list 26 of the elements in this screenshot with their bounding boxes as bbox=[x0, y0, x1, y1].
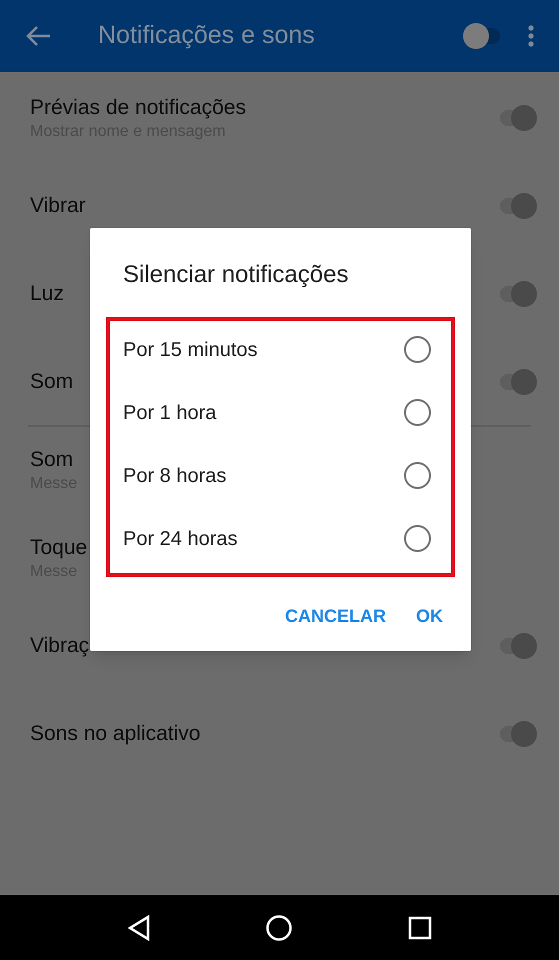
radio-button[interactable] bbox=[404, 462, 431, 489]
more-options-icon[interactable] bbox=[527, 24, 535, 48]
radio-button[interactable] bbox=[404, 336, 431, 363]
dialog-title: Silenciar notificações bbox=[123, 260, 350, 290]
radio-button[interactable] bbox=[404, 525, 431, 552]
radio-option[interactable]: Por 1 hora bbox=[110, 381, 451, 444]
radio-option[interactable]: Por 8 horas bbox=[110, 444, 451, 507]
radio-option[interactable]: Por 15 minutos bbox=[110, 318, 451, 381]
dialog-button[interactable]: OK bbox=[408, 595, 451, 638]
radio-option[interactable]: Por 24 horas bbox=[110, 507, 451, 570]
recents-icon[interactable] bbox=[408, 916, 432, 940]
setting-title: Vibraç bbox=[30, 633, 90, 659]
dialog-button[interactable]: CANCELAR bbox=[277, 595, 394, 638]
back-arrow-icon[interactable] bbox=[24, 24, 52, 48]
setting-title: Vibrar bbox=[30, 193, 86, 219]
toggle-switch[interactable] bbox=[497, 368, 537, 396]
setting-title: Som bbox=[30, 369, 74, 395]
home-icon[interactable] bbox=[265, 914, 294, 942]
back-icon[interactable] bbox=[127, 914, 152, 940]
screen-title: Notificações e sons bbox=[98, 20, 316, 52]
setting-title: Som bbox=[30, 447, 74, 473]
setting-title: Toque bbox=[30, 535, 88, 561]
setting-title: Luz bbox=[30, 281, 64, 307]
setting-title: Sons no aplicativo bbox=[30, 721, 200, 747]
radio-button[interactable] bbox=[404, 399, 431, 426]
setting-title: Prévias de notificações bbox=[30, 95, 246, 121]
